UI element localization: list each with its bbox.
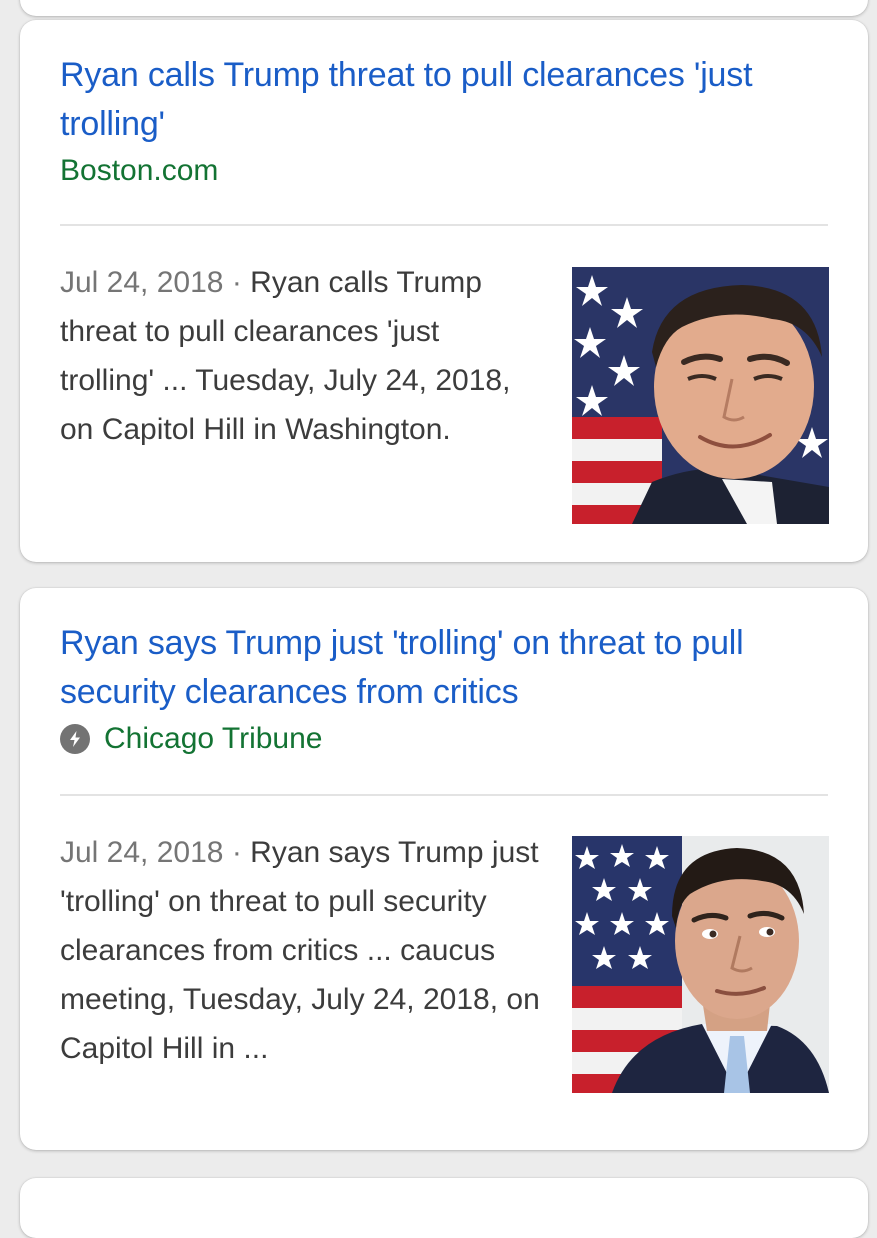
result-thumbnail[interactable] — [572, 267, 829, 524]
separator-dot: · — [231, 836, 242, 869]
thumbnail-image — [572, 267, 829, 524]
result-date: Jul 24, 2018 — [60, 836, 224, 869]
divider — [60, 224, 828, 226]
divider — [60, 794, 828, 796]
amp-lightning-icon — [60, 724, 90, 754]
result-headline-link[interactable]: Ryan calls Trump threat to pull clearanc… — [60, 51, 808, 149]
result-snippet: Jul 24, 2018 · Ryan says Trump just 'tro… — [60, 828, 540, 1073]
separator-dot: · — [231, 266, 242, 299]
result-date: Jul 24, 2018 — [60, 266, 224, 299]
news-result-card[interactable]: Ryan says Trump just 'trolling' on threa… — [20, 588, 868, 1150]
source-name: Boston.com — [60, 154, 219, 187]
result-source[interactable]: Boston.com — [60, 151, 218, 191]
result-source[interactable]: Chicago Tribune — [60, 719, 322, 759]
previous-result-card — [20, 0, 868, 16]
thumbnail-image — [572, 836, 829, 1093]
news-result-card[interactable]: Ryan calls Trump threat to pull clearanc… — [20, 20, 868, 562]
next-result-card — [20, 1178, 868, 1238]
snippet-text: Ryan says Trump just 'trolling' on threa… — [60, 836, 540, 1065]
result-headline-link[interactable]: Ryan says Trump just 'trolling' on threa… — [60, 619, 808, 717]
result-snippet: Jul 24, 2018 · Ryan calls Trump threat t… — [60, 258, 540, 454]
result-thumbnail[interactable] — [572, 836, 829, 1093]
source-name: Chicago Tribune — [104, 722, 323, 755]
